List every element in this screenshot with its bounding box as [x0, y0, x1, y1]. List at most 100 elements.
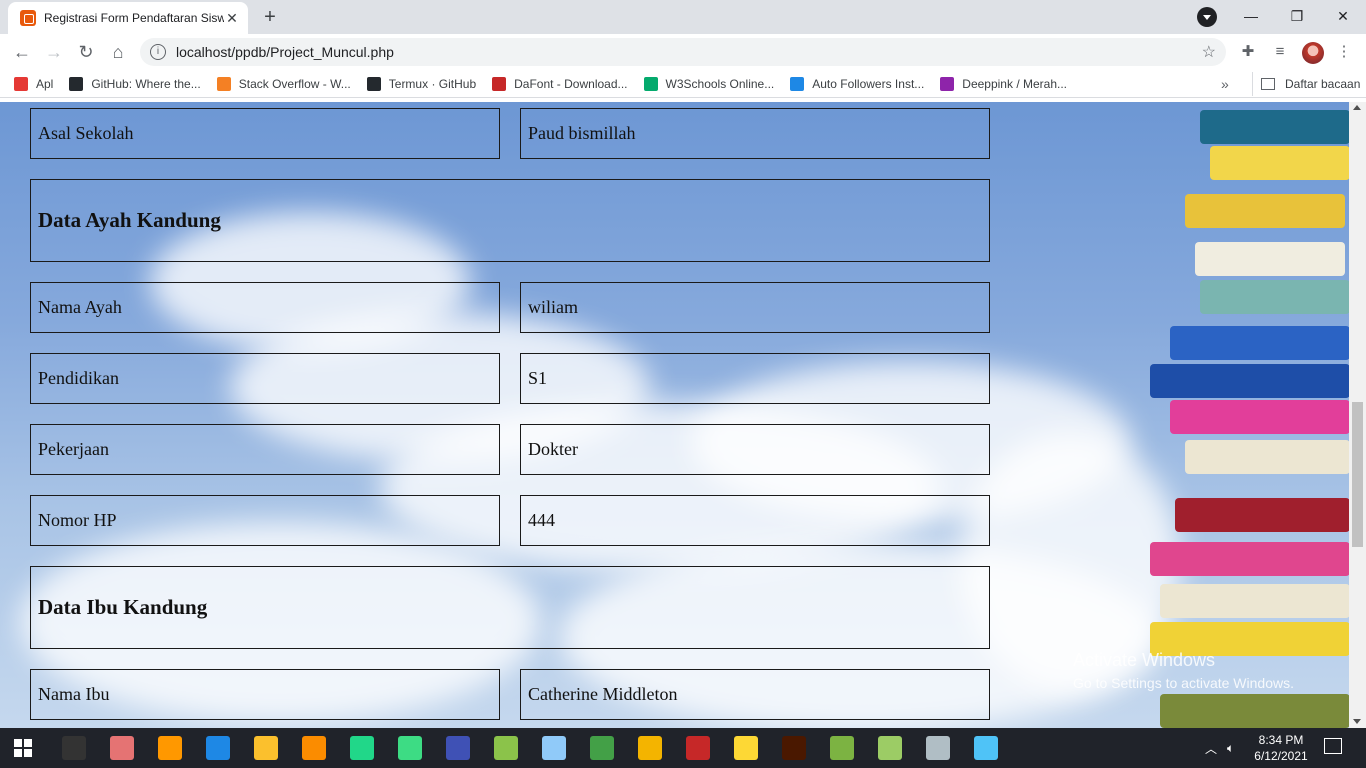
menu-kebab-icon[interactable]: ⋮: [1334, 42, 1354, 62]
bookmark-item[interactable]: Termux · GitHub: [359, 72, 484, 96]
bookmark-label: Auto Followers Inst...: [812, 76, 925, 91]
bookmark-item[interactable]: Stack Overflow - W...: [209, 72, 359, 96]
paint-icon[interactable]: [110, 736, 134, 760]
bookmark-item[interactable]: Auto Followers Inst...: [782, 72, 932, 96]
illustrator-icon[interactable]: [782, 736, 806, 760]
back-arrow-icon[interactable]: ←: [8, 38, 36, 66]
tab-close-icon[interactable]: ✕: [224, 10, 240, 26]
stackoverflow-icon: [216, 76, 231, 91]
bookmark-star-icon[interactable]: ☆: [1202, 42, 1216, 62]
w3schools-icon: [643, 76, 658, 91]
clock-date: 6/12/2021: [1254, 749, 1308, 763]
bookmarks-bar: Apl GitHub: Where the... Stack Overflow - …: [0, 70, 1366, 98]
bookmarks-overflow-chevron-icon[interactable]: »: [1221, 70, 1229, 98]
bookmark-item[interactable]: Apl: [6, 72, 61, 96]
reading-list-button[interactable]: Daftar bacaan: [1252, 72, 1360, 96]
browser-toolbar: ← → ↻ ⌂ i localhost/ppdb/Project_Muncul.…: [0, 34, 1366, 70]
new-tab-button[interactable]: +: [256, 5, 284, 29]
book-stack-image: [1140, 102, 1349, 728]
chrome-icon[interactable]: [638, 736, 662, 760]
phone-icon[interactable]: [590, 736, 614, 760]
section-heading-ayah: Data Ayah Kandung: [30, 179, 990, 262]
notepad-icon[interactable]: [494, 736, 518, 760]
taskbar-clock[interactable]: 8:34 PM 6/12/2021: [1252, 732, 1310, 764]
devcpp-icon[interactable]: [446, 736, 470, 760]
label-pendidikan-ayah: Pendidikan: [30, 353, 500, 404]
xampp-icon[interactable]: [302, 736, 326, 760]
forward-arrow-icon[interactable]: →: [40, 38, 68, 66]
tray-chevron-icon[interactable]: ︿: [1205, 740, 1217, 757]
close-window-button[interactable]: ✕: [1320, 3, 1366, 29]
scroll-up-arrow-icon[interactable]: [1353, 105, 1361, 110]
bookmark-label: DaFont - Download...: [514, 76, 628, 91]
scroll-thumb[interactable]: [1352, 402, 1363, 547]
apps-grid-icon: [14, 76, 28, 91]
android-studio-icon[interactable]: [398, 736, 422, 760]
colorbars-icon: [940, 76, 955, 91]
value-nomor-hp-ayah: 444: [520, 495, 990, 546]
notification-center-icon[interactable]: [1324, 738, 1342, 754]
media-control-icon[interactable]: [1197, 7, 1217, 27]
media-queue-icon[interactable]: ≡: [1270, 42, 1290, 62]
activate-windows-watermark: Activate Windows Go to Settings to activ…: [1073, 650, 1294, 691]
bookmark-label: GitHub: Where the...: [91, 76, 201, 91]
star-app-icon[interactable]: [734, 736, 758, 760]
label-asal-sekolah: Asal Sekolah: [30, 108, 500, 159]
volume-icon[interactable]: 🔈︎: [1227, 741, 1234, 756]
bookmark-label: Apl: [36, 76, 54, 91]
xampp-favicon-icon: [20, 10, 36, 26]
reload-icon[interactable]: ↻: [72, 38, 100, 66]
value-nama-ayah: wiliam: [520, 282, 990, 333]
github-icon: [366, 76, 381, 91]
sublime-icon[interactable]: [158, 736, 182, 760]
vscode-icon[interactable]: [206, 736, 230, 760]
cube-icon: [790, 76, 805, 91]
reading-list-label: Daftar bacaan: [1285, 77, 1361, 91]
bookmark-item[interactable]: DaFont - Download...: [484, 72, 635, 96]
url-text[interactable]: localhost/ppdb/Project_Muncul.php: [176, 44, 1202, 60]
clock-time: 8:34 PM: [1258, 733, 1304, 747]
value-pendidikan-ayah: S1: [520, 353, 990, 404]
section-heading-ibu: Data Ibu Kandung: [30, 566, 990, 649]
maximize-button[interactable]: ❐: [1274, 3, 1320, 29]
notes-icon[interactable]: [926, 736, 950, 760]
pycharm-icon[interactable]: [350, 736, 374, 760]
dafont-icon: [492, 76, 507, 91]
scroll-down-arrow-icon[interactable]: [1353, 719, 1361, 724]
value-pekerjaan-ayah: Dokter: [520, 424, 990, 475]
bluestacks-icon[interactable]: [830, 736, 854, 760]
filezilla-icon[interactable]: [686, 736, 710, 760]
bookmark-label: W3Schools Online...: [665, 76, 775, 91]
bookmark-item[interactable]: GitHub: Where the...: [61, 72, 208, 96]
watermark-subtitle: Go to Settings to activate Windows.: [1073, 675, 1294, 691]
browser-tab[interactable]: Registrasi Form Pendaftaran Siswa ✕: [8, 2, 248, 34]
bookmark-label: Termux · GitHub: [388, 76, 477, 91]
address-bar[interactable]: i localhost/ppdb/Project_Muncul.php ☆: [140, 38, 1226, 66]
home-icon[interactable]: ⌂: [104, 38, 132, 66]
label-pekerjaan-ayah: Pekerjaan: [30, 424, 500, 475]
watermark-title: Activate Windows: [1073, 650, 1216, 670]
system-tray: ︿ 🔈︎: [1205, 728, 1234, 768]
label-nomor-hp-ayah: Nomor HP: [30, 495, 500, 546]
profile-avatar[interactable]: [1302, 42, 1324, 64]
file-explorer-icon[interactable]: [254, 736, 278, 760]
bookmark-label: Deeppink / Merah...: [962, 76, 1067, 91]
android-box-icon[interactable]: [878, 736, 902, 760]
bookmark-item[interactable]: W3Schools Online...: [636, 72, 783, 96]
photos-icon[interactable]: [974, 736, 998, 760]
windows-start-icon[interactable]: [14, 739, 32, 757]
terminal-icon[interactable]: [62, 736, 86, 760]
site-info-icon[interactable]: i: [150, 44, 166, 60]
minimize-button[interactable]: —: [1228, 3, 1274, 29]
extensions-puzzle-icon[interactable]: ✚: [1238, 42, 1258, 62]
label-nama-ayah: Nama Ayah: [30, 282, 500, 333]
virtualbox-icon[interactable]: [542, 736, 566, 760]
label-nama-ibu: Nama Ibu: [30, 669, 500, 720]
github-icon: [69, 76, 84, 91]
page-scrollbar[interactable]: [1349, 102, 1366, 728]
tab-strip: Registrasi Form Pendaftaran Siswa ✕ + — …: [0, 0, 1366, 34]
page-viewport: Asal Sekolah Paud bismillah Data Ayah Ka…: [0, 102, 1349, 728]
bookmark-label: Stack Overflow - W...: [238, 76, 351, 91]
bookmark-item[interactable]: Deeppink / Merah...: [932, 72, 1075, 96]
value-nama-ibu: Catherine Middleton: [520, 669, 990, 720]
